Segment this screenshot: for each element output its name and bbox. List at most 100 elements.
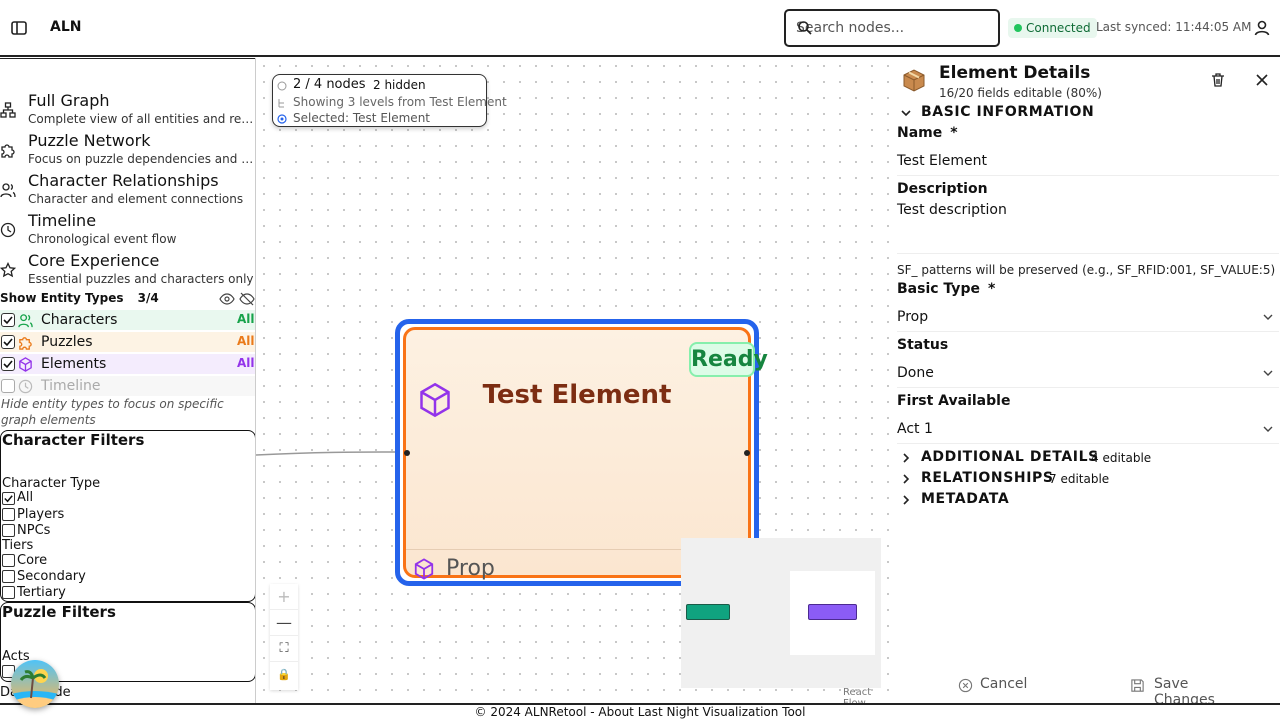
- cancel-circle-icon: [958, 678, 973, 693]
- eye-icon[interactable]: [219, 292, 235, 306]
- character-type-option[interactable]: Players: [17, 507, 64, 522]
- hierarchy-icon: [277, 98, 287, 108]
- view-title: Timeline: [28, 211, 97, 230]
- zoom-in-button[interactable]: +: [270, 584, 298, 610]
- trash-icon[interactable]: [1210, 72, 1226, 88]
- close-icon[interactable]: [1254, 72, 1270, 88]
- section-label: BASIC INFORMATION: [921, 104, 1095, 120]
- clock-icon: [277, 81, 287, 91]
- entity-type-label: Puzzles: [41, 334, 93, 350]
- basic-type-select[interactable]: Prop: [897, 309, 1279, 332]
- view-title: Core Experience: [28, 251, 160, 270]
- tier-option[interactable]: Secondary: [17, 569, 86, 584]
- fit-view-button[interactable]: ⛶: [270, 636, 298, 662]
- view-title: Character Relationships: [28, 171, 219, 190]
- zoom-controls: + — ⛶ 🔒: [270, 584, 298, 690]
- graph-info-panel: 2 / 4 nodes 2 hidden Showing 3 levels fr…: [272, 74, 507, 127]
- node-title: Test Element: [482, 380, 672, 410]
- connection-status-badge: Connected: [1008, 18, 1097, 38]
- tier-option[interactable]: Core: [17, 553, 47, 568]
- required-marker: *: [987, 281, 996, 297]
- checkbox-unchecked-icon[interactable]: [2, 508, 15, 521]
- details-subtitle: 16/20 fields editable (80%): [939, 86, 1102, 100]
- view-item-timeline[interactable]: Timeline Chronological event flow: [0, 211, 255, 251]
- save-icon: [1130, 678, 1145, 693]
- view-item-core-experience[interactable]: Core Experience Essential puzzles and ch…: [0, 251, 255, 291]
- view-item-character-relationships[interactable]: Character Relationships Character and el…: [0, 171, 255, 211]
- users-icon: [0, 182, 16, 198]
- selected-text: Selected: Test Element: [293, 111, 431, 125]
- lock-button[interactable]: 🔒: [270, 662, 298, 688]
- checkbox-unchecked-icon[interactable]: [2, 524, 15, 537]
- entity-type-label: Timeline: [41, 378, 101, 394]
- view-description: Chronological event flow: [28, 232, 177, 246]
- entity-type-all-link[interactable]: All: [237, 356, 255, 370]
- save-label: Save Changes: [1154, 676, 1215, 703]
- view-description: Complete view of all entities and relati…: [28, 112, 254, 126]
- cancel-button[interactable]: Cancel: [958, 675, 1038, 697]
- node-count: 2 / 4 nodes: [293, 77, 366, 92]
- checkbox-checked-icon[interactable]: [1, 357, 15, 371]
- minimap-node: [686, 604, 730, 620]
- name-field[interactable]: Test Element: [897, 153, 1279, 176]
- chevron-right-icon: [900, 473, 912, 485]
- sidebar-toggle-icon[interactable]: [10, 19, 28, 37]
- checkbox-unchecked-icon[interactable]: [2, 570, 15, 583]
- beach-icon[interactable]: [11, 660, 59, 708]
- clock-icon: [18, 379, 33, 394]
- entity-type-timeline[interactable]: Timeline: [0, 376, 255, 397]
- star-icon: [0, 262, 16, 278]
- checkbox-unchecked-icon[interactable]: [2, 586, 15, 599]
- app-title[interactable]: ALN: [50, 19, 81, 35]
- section-editable-count: 4 editable: [1091, 451, 1152, 465]
- entity-type-puzzles[interactable]: Puzzles All: [0, 332, 255, 353]
- clock-icon: [0, 222, 16, 238]
- view-item-full-graph[interactable]: Full Graph Complete view of all entities…: [0, 91, 255, 131]
- footer: © 2024 ALNRetool - About Last Night Visu…: [0, 703, 1280, 720]
- search-input[interactable]: [784, 9, 1000, 47]
- puzzle-icon: [18, 335, 33, 350]
- character-type-option[interactable]: All: [17, 490, 33, 505]
- section-relationships[interactable]: RELATIONSHIPS 7 editable: [896, 469, 1280, 489]
- view-item-puzzle-network[interactable]: Puzzle Network Focus on puzzle dependenc…: [0, 131, 255, 171]
- status-badge: Ready: [689, 342, 768, 377]
- view-description: Focus on puzzle dependencies and rew...: [28, 152, 254, 166]
- tier-option[interactable]: Tertiary: [17, 585, 66, 600]
- users-icon: [18, 313, 33, 328]
- section-metadata[interactable]: METADATA: [896, 490, 1280, 510]
- section-additional-details[interactable]: ADDITIONAL DETAILS 4 editable: [896, 448, 1280, 468]
- user-icon[interactable]: [1253, 19, 1271, 37]
- chevron-down-icon: [1262, 311, 1274, 323]
- status-select[interactable]: Done: [897, 365, 1279, 388]
- checkbox-checked-icon[interactable]: [2, 492, 15, 505]
- eye-off-icon[interactable]: [239, 292, 255, 306]
- react-flow-attribution[interactable]: React Flow: [843, 687, 896, 703]
- view-title: Puzzle Network: [28, 131, 151, 150]
- description-field[interactable]: Test description: [897, 202, 1279, 254]
- view-title: Full Graph: [28, 91, 110, 110]
- entity-type-elements[interactable]: Elements All: [0, 354, 255, 375]
- search-icon: [797, 20, 813, 36]
- element-details-panel: Element Details 16/20 fields editable (8…: [896, 58, 1280, 703]
- checkbox-unchecked-icon[interactable]: [1, 379, 15, 393]
- graph-canvas[interactable]: 2 / 4 nodes 2 hidden Showing 3 levels fr…: [256, 58, 896, 703]
- minimap[interactable]: [681, 538, 881, 688]
- chevron-right-icon: [900, 452, 912, 464]
- entity-type-characters[interactable]: Characters All: [0, 310, 255, 331]
- package-icon: [413, 558, 435, 580]
- entity-types-hint: Hide entity types to focus on specific g…: [1, 397, 224, 427]
- section-label: RELATIONSHIPS: [921, 470, 1054, 486]
- node-handle-right[interactable]: [744, 450, 750, 456]
- save-changes-button[interactable]: Save Changes: [1130, 675, 1250, 703]
- checkbox-unchecked-icon[interactable]: [2, 554, 15, 567]
- entity-types-count: 3/4: [137, 291, 159, 305]
- checkbox-checked-icon[interactable]: [1, 335, 15, 349]
- node-handle-left[interactable]: [404, 450, 410, 456]
- first-available-select[interactable]: Act 1: [897, 421, 1279, 444]
- puzzle-filters-title: Puzzle Filters: [2, 603, 116, 621]
- entity-type-all-link[interactable]: All: [237, 334, 255, 348]
- entity-type-all-link[interactable]: All: [237, 312, 255, 326]
- character-type-option[interactable]: NPCs: [17, 523, 50, 538]
- checkbox-checked-icon[interactable]: [1, 313, 15, 327]
- zoom-out-button[interactable]: —: [270, 610, 298, 636]
